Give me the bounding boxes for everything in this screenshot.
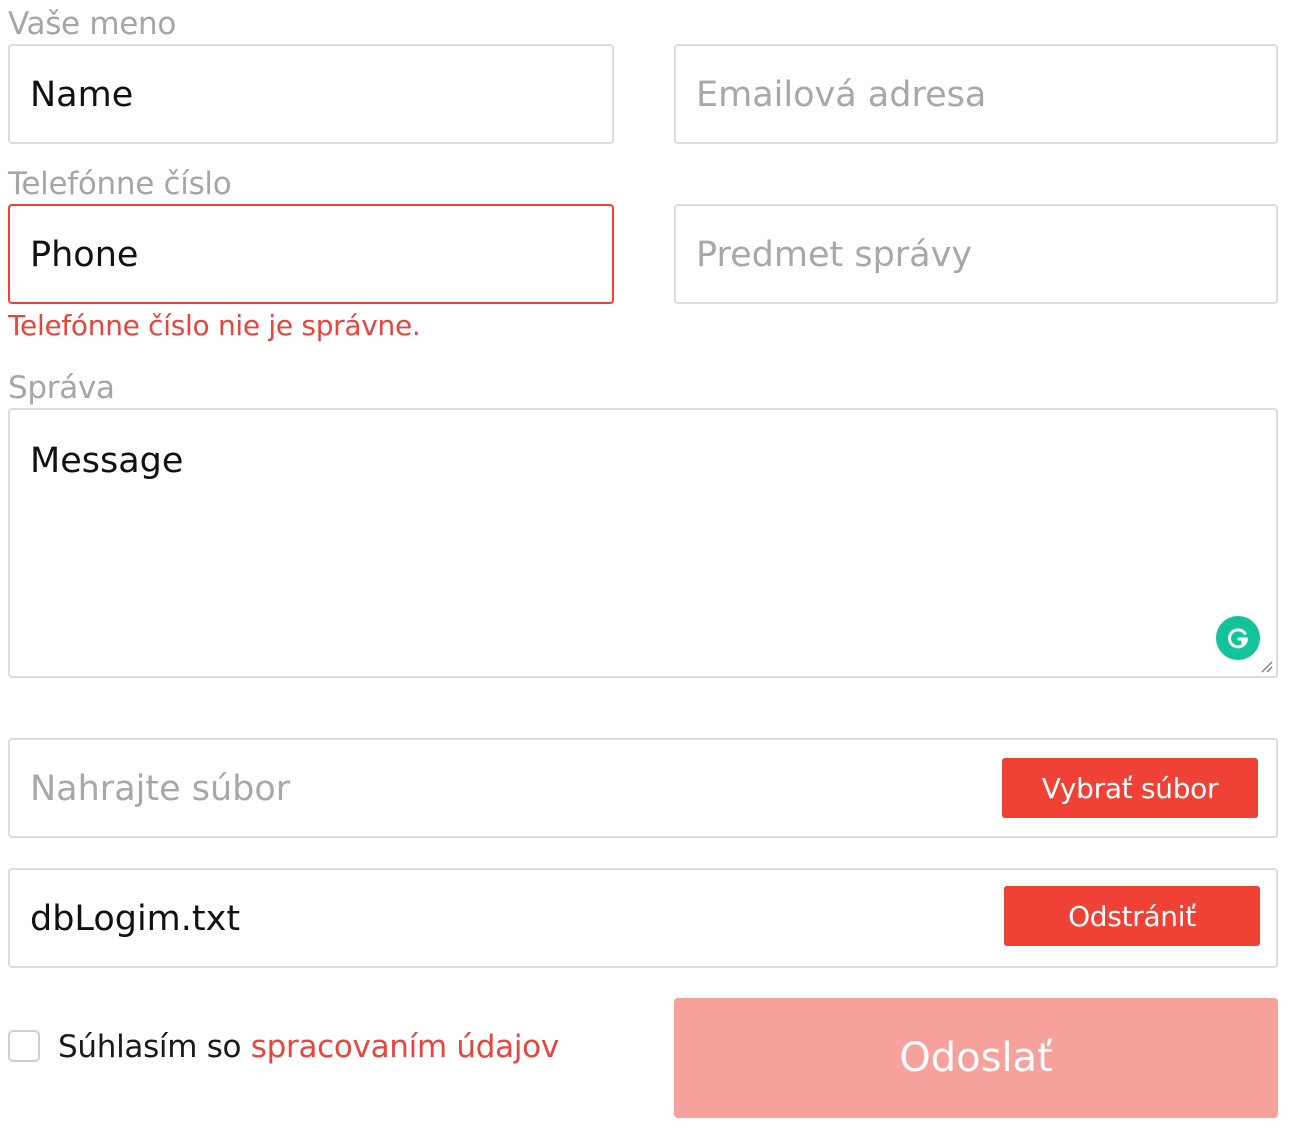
email-field[interactable]: Emailová adresa — [674, 44, 1278, 144]
message-value: Message — [30, 441, 184, 481]
email-placeholder: Emailová adresa — [696, 75, 987, 115]
phone-field[interactable]: Phone — [8, 204, 614, 304]
remove-file-button[interactable]: Odstrániť — [1004, 886, 1260, 946]
upload-placeholder: Nahrajte súbor — [30, 769, 291, 809]
phone-error-message: Telefónne číslo nie je správne. — [8, 309, 421, 342]
phone-label: Telefónne číslo — [8, 166, 232, 202]
consent-checkbox[interactable] — [8, 1030, 40, 1062]
subject-field[interactable]: Predmet správy — [674, 204, 1278, 304]
grammarly-icon[interactable] — [1216, 616, 1260, 660]
name-field[interactable]: Name — [8, 44, 614, 144]
name-label: Vaše meno — [8, 6, 177, 42]
name-value: Name — [30, 75, 134, 115]
attached-filename: dbLogim.txt — [30, 899, 241, 939]
choose-file-button[interactable]: Vybrať súbor — [1002, 758, 1258, 818]
subject-placeholder: Predmet správy — [696, 235, 973, 275]
resize-handle-icon[interactable] — [1259, 659, 1273, 673]
data-processing-link[interactable]: spracovaním údajov — [251, 1029, 559, 1065]
file-upload-field[interactable]: Nahrajte súbor Vybrať súbor — [8, 738, 1278, 838]
contact-form: Vaše meno Name Emailová adresa Telefónne… — [0, 0, 1304, 1136]
consent-label: Súhlasím so spracovaním údajov — [58, 1027, 559, 1067]
phone-value: Phone — [30, 235, 139, 275]
consent-text: Súhlasím so — [58, 1029, 242, 1065]
submit-button[interactable]: Odoslať — [674, 998, 1278, 1118]
message-label: Správa — [8, 370, 115, 406]
attached-file-row: dbLogim.txt Odstrániť — [8, 868, 1278, 968]
message-textarea[interactable]: Message — [8, 408, 1278, 678]
grammarly-g-glyph — [1228, 628, 1249, 649]
